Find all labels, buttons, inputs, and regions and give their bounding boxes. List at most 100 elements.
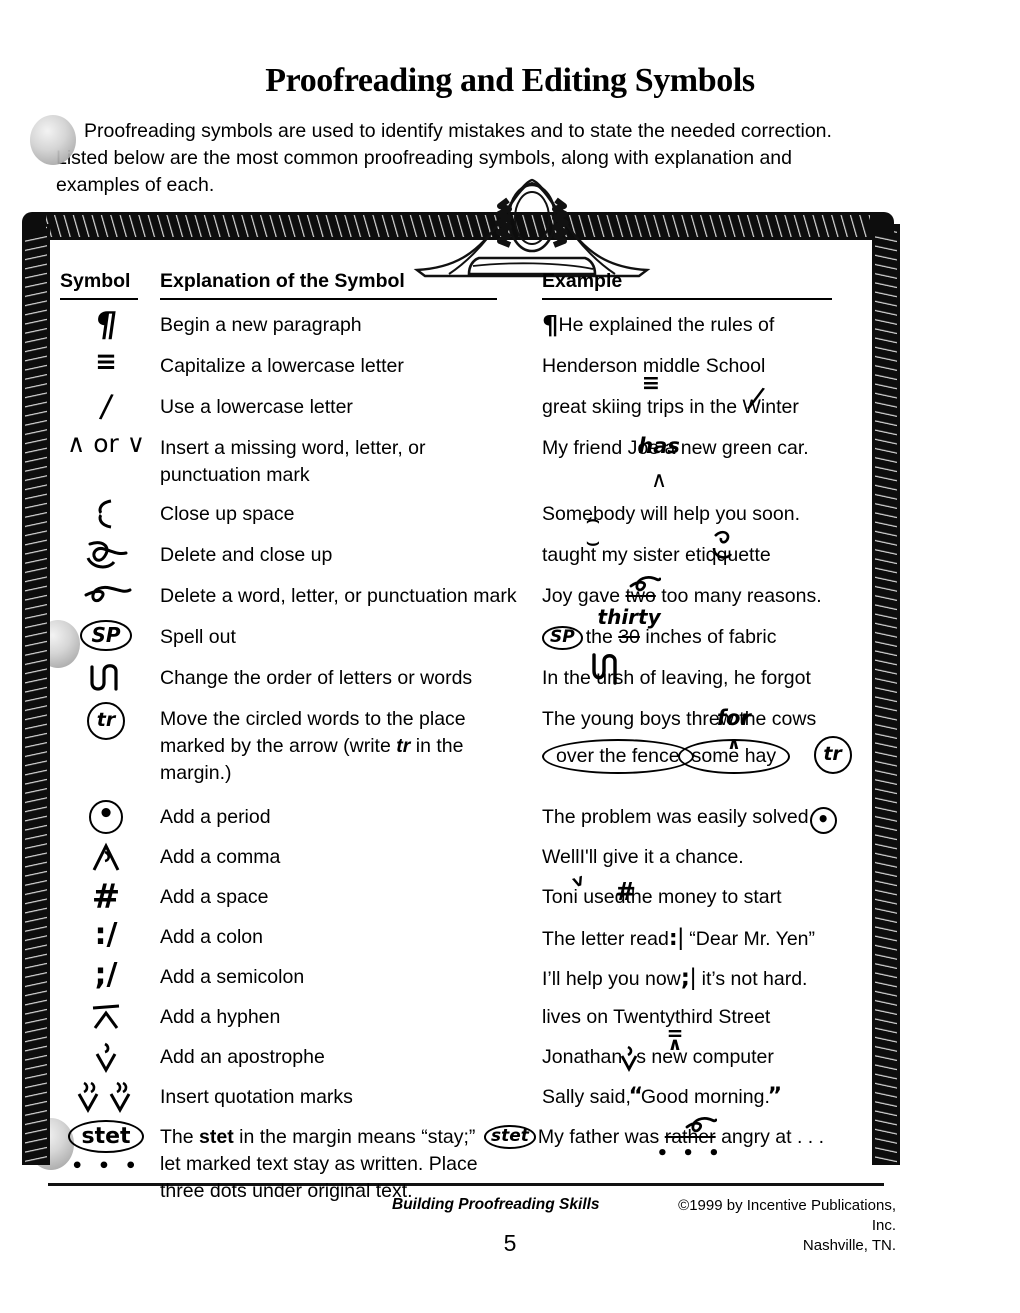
example-text-post: Good morning. [640,1086,770,1108]
stet-marked-word: rather • • • [657,1117,720,1164]
symbol-cell: ∧ or ∨ [52,431,160,456]
move-mark-icon: tr [813,736,852,774]
table-row: # Add a space Toni used # the money to sta… [52,877,852,920]
symbol-cell [52,497,160,535]
example-text: He explained the rules of [558,314,775,336]
page-number: 5 [503,1230,517,1256]
table-row: Delete and close up taught my sister eti… [52,530,852,579]
explanation-cell: Begin a new paragraph [160,314,362,336]
explanation-line-2-pre: marked by the arrow (write [160,735,397,757]
header-symbol: Symbol [60,270,138,300]
add-period-icon: • [89,800,123,834]
add-space-mark-icon: # [615,877,636,906]
example-text-post: s new computer [636,1046,774,1068]
frame-crest-ornament [413,178,651,278]
spell-out-mark-icon: SP [542,626,583,650]
explanation-cell: Add a space [160,886,269,908]
example-line-1: The young boys threw for ∧ the cows [542,706,852,754]
example-text-post: inter [760,396,799,418]
symbol-cell: ¶ [52,305,160,345]
transpose-order-icon [86,661,126,701]
delete-word-icon [78,579,134,611]
example-text-post: angry at . . . [715,1126,825,1148]
symbol-cell [52,661,160,701]
symbol-cell [52,1000,160,1038]
example-cell: In the ur sh of leaving, he forgot [542,653,852,692]
intro-line-1: Proofreading symbols are used to identif… [84,120,832,142]
spelled-out-word: thirty [597,605,661,629]
symbol-cell: • [52,800,160,834]
stet-dots: • • • [71,1155,141,1178]
explanation-cell: Delete and close up [160,544,333,566]
stet-dots-mark: • • • [656,1143,724,1164]
symbols-table: Symbol Explanation of the Symbol Example… [52,270,852,1210]
example-cell: Toni used # the money to start [542,877,852,911]
example-cell: taught my sister etiqq uette [542,530,852,569]
transpose-mark-icon [589,653,621,705]
explanation-line-1-pre: The [160,1126,200,1148]
explanation-line-3: margin.) [160,762,232,784]
explanation-line-2: marked by the arrow (write tr in the [160,733,542,760]
slash-lowercase-icon: / [97,386,115,426]
table-row: / Use a lowercase letter great skiing tr… [52,380,852,431]
add-semicolon-icon: ;/ [94,957,118,992]
scan-artifact-blob-top [30,115,76,165]
example-line-1-pre: The young boys threw [542,708,734,730]
example-text-pre: taught my sister etiq [542,544,717,566]
symbol-cell: / [52,386,160,426]
example-text-post: I'll give it a chance. [579,846,744,868]
delete-mark-icon [627,570,662,608]
explanation-line-1-post: in the margin means “stay;” [233,1126,476,1148]
explanation-cell: Add a hyphen [160,1006,281,1028]
explanation-cell: Delete a word, letter, or punctuation ma… [160,585,517,607]
stet-icon: stet [68,1120,144,1154]
table-row: ∧ or ∨ Insert a missing word, letter, or… [52,431,852,497]
marked-number: 30 thirty [598,605,661,651]
explanation-cell: Change the order of letters or words [160,667,473,689]
explanation-cell: Add a period [160,806,271,828]
explanation-cell: Insert quotation marks [160,1086,353,1108]
pilcrow-new-paragraph-icon: ¶ [92,305,120,345]
example-text-post: it’s not hard. [701,968,808,990]
frame-corner-top-right [870,212,894,236]
symbol-cell [52,840,160,880]
explanation-line-1: Insert a missing word, letter, or [160,437,426,459]
example-cell: Joy gave two too many reasons. [542,576,852,610]
table-row: :/ Add a colon The letter read:| “Dear M… [52,920,852,960]
header-explanation: Explanation of the Symbol [160,270,497,300]
example-text-post: a new green car. [659,437,809,459]
close-up-space-icon [89,497,123,532]
table-row: Add a comma Well ⱽ I'll give it a chance. [52,840,852,900]
symbol-cell: :/ [52,920,160,950]
delete-and-close-up-icon [80,538,132,578]
intro-line-2: Listed below are the most common proofre… [56,147,793,169]
example-text-post: iddle School [659,355,766,377]
explanation-line-1: Move the circled words to the place [160,708,466,730]
table-row: • Add a period The problem was easily so… [52,800,852,840]
frame-right-edge [872,224,900,1165]
transposed-letters: ur [592,653,617,692]
table-row: Add a hyphen lives on Twenty = ∧ third Stre… [52,1000,852,1055]
deleted-letter: q [712,530,733,569]
symbol-cell [52,1080,160,1120]
inserted-word: has [638,434,680,458]
insert-quotation-marks-icon [75,1080,137,1120]
table-row: SP Spell out SP the 30 thirty inches of fa… [52,605,852,661]
add-hyphen-icon [87,1000,125,1038]
example-cell: The problem was easily solved • [542,800,852,834]
example-text-pre: Jonathan [542,1046,623,1068]
explanation-cell: Spell out [160,626,236,648]
example-text-pre: Well [542,846,580,868]
example-text-pre: My father was [537,1126,665,1148]
add-colon-mark-icon: : [668,926,678,951]
example-cell: Some ⌢ ⌣ body will help you soon. [542,497,852,554]
table-header-row: Symbol Explanation of the Symbol Example [52,270,852,308]
explanation-line-2: let marked text stay as written. Place [160,1153,478,1175]
stet-mark-icon: stet [484,1125,536,1149]
marked-letter: W / [743,380,767,421]
pilcrow-mark-icon: ¶ [542,311,559,341]
symbol-cell: ≡ [52,349,160,375]
explanation-cell: Close up space [160,503,295,525]
caret-mark-icon: ∧ [651,468,668,493]
add-space-icon: # [91,877,121,917]
